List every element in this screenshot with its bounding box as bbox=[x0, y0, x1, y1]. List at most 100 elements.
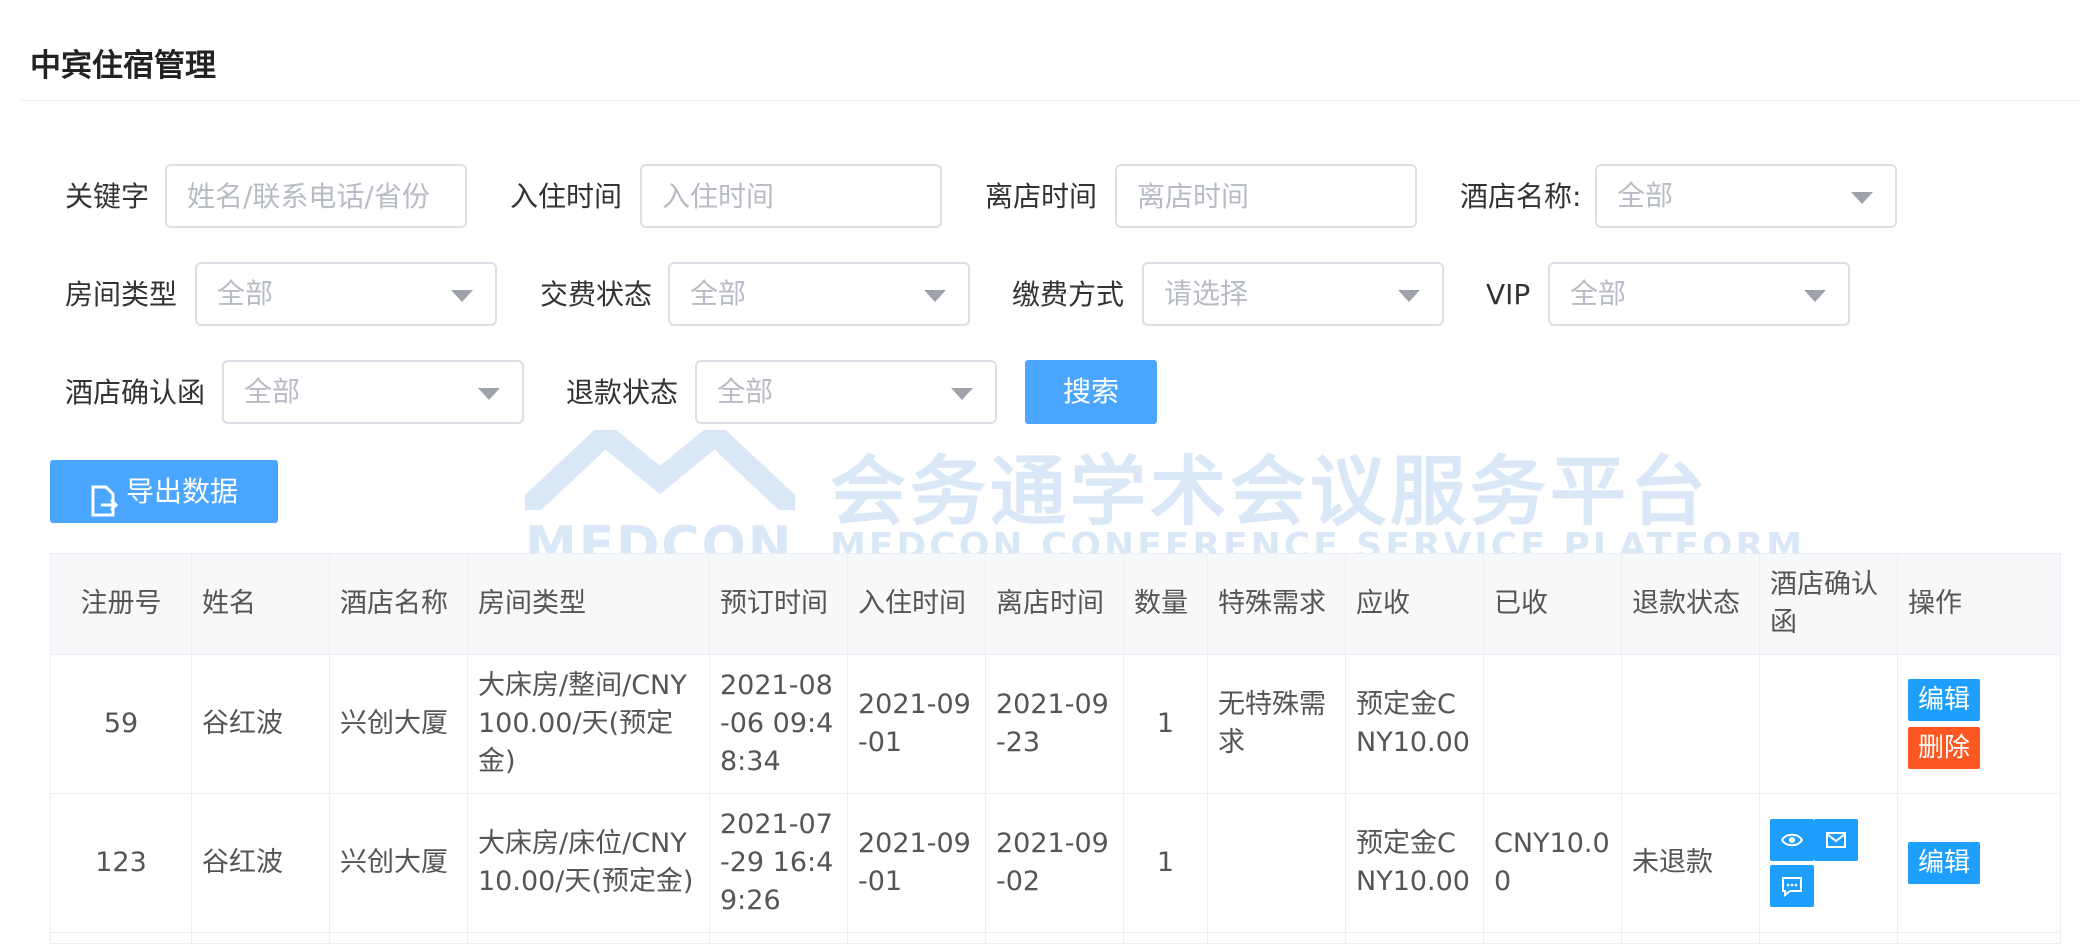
checkout-input-box[interactable] bbox=[1115, 164, 1417, 228]
room-type-label: 房间类型 bbox=[65, 278, 178, 311]
col-header: 离店时间 bbox=[985, 553, 1124, 655]
cell-empty bbox=[1207, 932, 1346, 944]
chevron-down-icon bbox=[1398, 290, 1420, 302]
message-icon bbox=[1782, 877, 1802, 897]
cell-empty bbox=[1345, 932, 1484, 944]
col-header: 特殊需求 bbox=[1207, 553, 1346, 655]
checkin-input-box[interactable] bbox=[640, 164, 942, 228]
col-header: 房间类型 bbox=[467, 553, 710, 655]
confirm-letter-label: 酒店确认函 bbox=[65, 376, 206, 409]
chevron-down-icon bbox=[451, 290, 473, 302]
cell-empty bbox=[709, 932, 848, 944]
cell-empty bbox=[847, 932, 986, 944]
cell-empty bbox=[467, 932, 710, 944]
pay-method-select[interactable]: 请选择 bbox=[1142, 262, 1444, 326]
table-row: 123 谷红波 兴创大厦 大床房/床位/CNY10.00/天(预定金) 2021… bbox=[50, 793, 2061, 933]
col-header: 已收 bbox=[1483, 553, 1622, 655]
cell-receivable: 预定金CNY10.00 bbox=[1345, 654, 1484, 794]
watermark: 会务通学术会议服务平台 MEDCON MEDCON CONFERENCE SER… bbox=[525, 430, 1802, 576]
hotel-select-value: 全部 bbox=[1617, 179, 1674, 212]
cell-hotel: 兴创大厦 bbox=[329, 654, 468, 794]
col-header: 数量 bbox=[1123, 553, 1208, 655]
watermark-logo-icon bbox=[525, 430, 795, 510]
confirm-letter-select-value: 全部 bbox=[244, 375, 301, 408]
checkout-input[interactable] bbox=[1117, 166, 1415, 226]
room-type-select-value: 全部 bbox=[217, 277, 274, 310]
checkin-input[interactable] bbox=[642, 166, 940, 226]
pay-status-label: 交费状态 bbox=[540, 278, 653, 311]
send-confirm-button[interactable] bbox=[1814, 819, 1858, 861]
refund-status-select-value: 全部 bbox=[717, 375, 774, 408]
room-type-select[interactable]: 全部 bbox=[195, 262, 497, 326]
cell-receivable: 预定金CNY10.00 bbox=[1345, 793, 1484, 933]
view-confirm-button[interactable] bbox=[1770, 819, 1814, 861]
keyword-input[interactable] bbox=[167, 166, 465, 226]
vip-select[interactable]: 全部 bbox=[1548, 262, 1850, 326]
table-row bbox=[50, 932, 2061, 944]
eye-icon bbox=[1781, 833, 1803, 847]
refund-status-select[interactable]: 全部 bbox=[695, 360, 997, 424]
cell-id: 59 bbox=[50, 654, 192, 794]
col-header: 预订时间 bbox=[709, 553, 848, 655]
cell-empty bbox=[1483, 932, 1622, 944]
keyword-label: 关键字 bbox=[65, 180, 150, 213]
checkin-label: 入住时间 bbox=[510, 180, 623, 213]
pay-method-label: 缴费方式 bbox=[1012, 278, 1125, 311]
refund-status-label: 退款状态 bbox=[566, 376, 679, 409]
cell-received: CNY10.00 bbox=[1483, 793, 1622, 933]
chevron-down-icon bbox=[1851, 192, 1873, 204]
keyword-input-box[interactable] bbox=[165, 164, 467, 228]
cell-qty: 1 bbox=[1123, 793, 1208, 933]
chevron-down-icon bbox=[924, 290, 946, 302]
edit-button[interactable]: 编辑 bbox=[1908, 679, 1981, 721]
cell-booked: 2021-07-29 16:49:26 bbox=[709, 793, 848, 933]
cell-hotel: 兴创大厦 bbox=[329, 793, 468, 933]
cell-checkin: 2021-09-01 bbox=[847, 654, 986, 794]
cell-booked: 2021-08-06 09:48:34 bbox=[709, 654, 848, 794]
page-title: 中宾住宿管理 bbox=[30, 48, 216, 84]
cell-actions: 编辑 bbox=[1897, 793, 2061, 933]
chevron-down-icon bbox=[951, 388, 973, 400]
cell-empty bbox=[1123, 932, 1208, 944]
col-header: 应收 bbox=[1345, 553, 1484, 655]
checkout-label: 离店时间 bbox=[985, 180, 1098, 213]
chevron-down-icon bbox=[478, 388, 500, 400]
col-header: 注册号 bbox=[50, 553, 192, 655]
edit-button[interactable]: 编辑 bbox=[1908, 842, 1981, 884]
watermark-cn-text: 会务通学术会议服务平台 bbox=[830, 447, 1710, 536]
cell-empty bbox=[191, 932, 330, 944]
cell-qty: 1 bbox=[1123, 654, 1208, 794]
table-header-row: 注册号 姓名 酒店名称 房间类型 预订时间 入住时间 离店时间 数量 特殊需求 … bbox=[50, 553, 2061, 655]
cell-received bbox=[1483, 654, 1622, 794]
mail-icon bbox=[1826, 832, 1846, 848]
cell-id: 123 bbox=[50, 793, 192, 933]
chevron-down-icon bbox=[1804, 290, 1826, 302]
cell-refund: 未退款 bbox=[1621, 793, 1760, 933]
cell-refund bbox=[1621, 654, 1760, 794]
cell-empty bbox=[1621, 932, 1760, 944]
cell-special bbox=[1207, 793, 1346, 933]
hotel-select[interactable]: 全部 bbox=[1595, 164, 1897, 228]
cell-checkin: 2021-09-01 bbox=[847, 793, 986, 933]
cell-empty bbox=[329, 932, 468, 944]
export-data-button[interactable]: 导出数据 bbox=[50, 460, 278, 523]
cell-confirm-letter bbox=[1759, 654, 1898, 794]
cell-empty bbox=[1897, 932, 2061, 944]
search-button[interactable]: 搜索 bbox=[1025, 360, 1157, 424]
col-header: 酒店确认函 bbox=[1759, 553, 1898, 655]
confirm-letter-select[interactable]: 全部 bbox=[222, 360, 524, 424]
pay-status-select[interactable]: 全部 bbox=[668, 262, 970, 326]
title-bar bbox=[20, 0, 2080, 101]
col-header: 入住时间 bbox=[847, 553, 986, 655]
pay-status-select-value: 全部 bbox=[690, 277, 747, 310]
cell-special: 无特殊需求 bbox=[1207, 654, 1346, 794]
vip-label: VIP bbox=[1486, 278, 1531, 311]
table-row: 59 谷红波 兴创大厦 大床房/整间/CNY100.00/天(预定金) 2021… bbox=[50, 654, 2061, 794]
message-button[interactable] bbox=[1770, 865, 1814, 907]
cell-empty bbox=[1759, 932, 1898, 944]
cell-empty bbox=[985, 932, 1124, 944]
delete-button[interactable]: 删除 bbox=[1908, 727, 1981, 769]
col-header: 酒店名称 bbox=[329, 553, 468, 655]
file-export-icon bbox=[90, 476, 119, 539]
pay-method-select-value: 请选择 bbox=[1164, 277, 1249, 310]
